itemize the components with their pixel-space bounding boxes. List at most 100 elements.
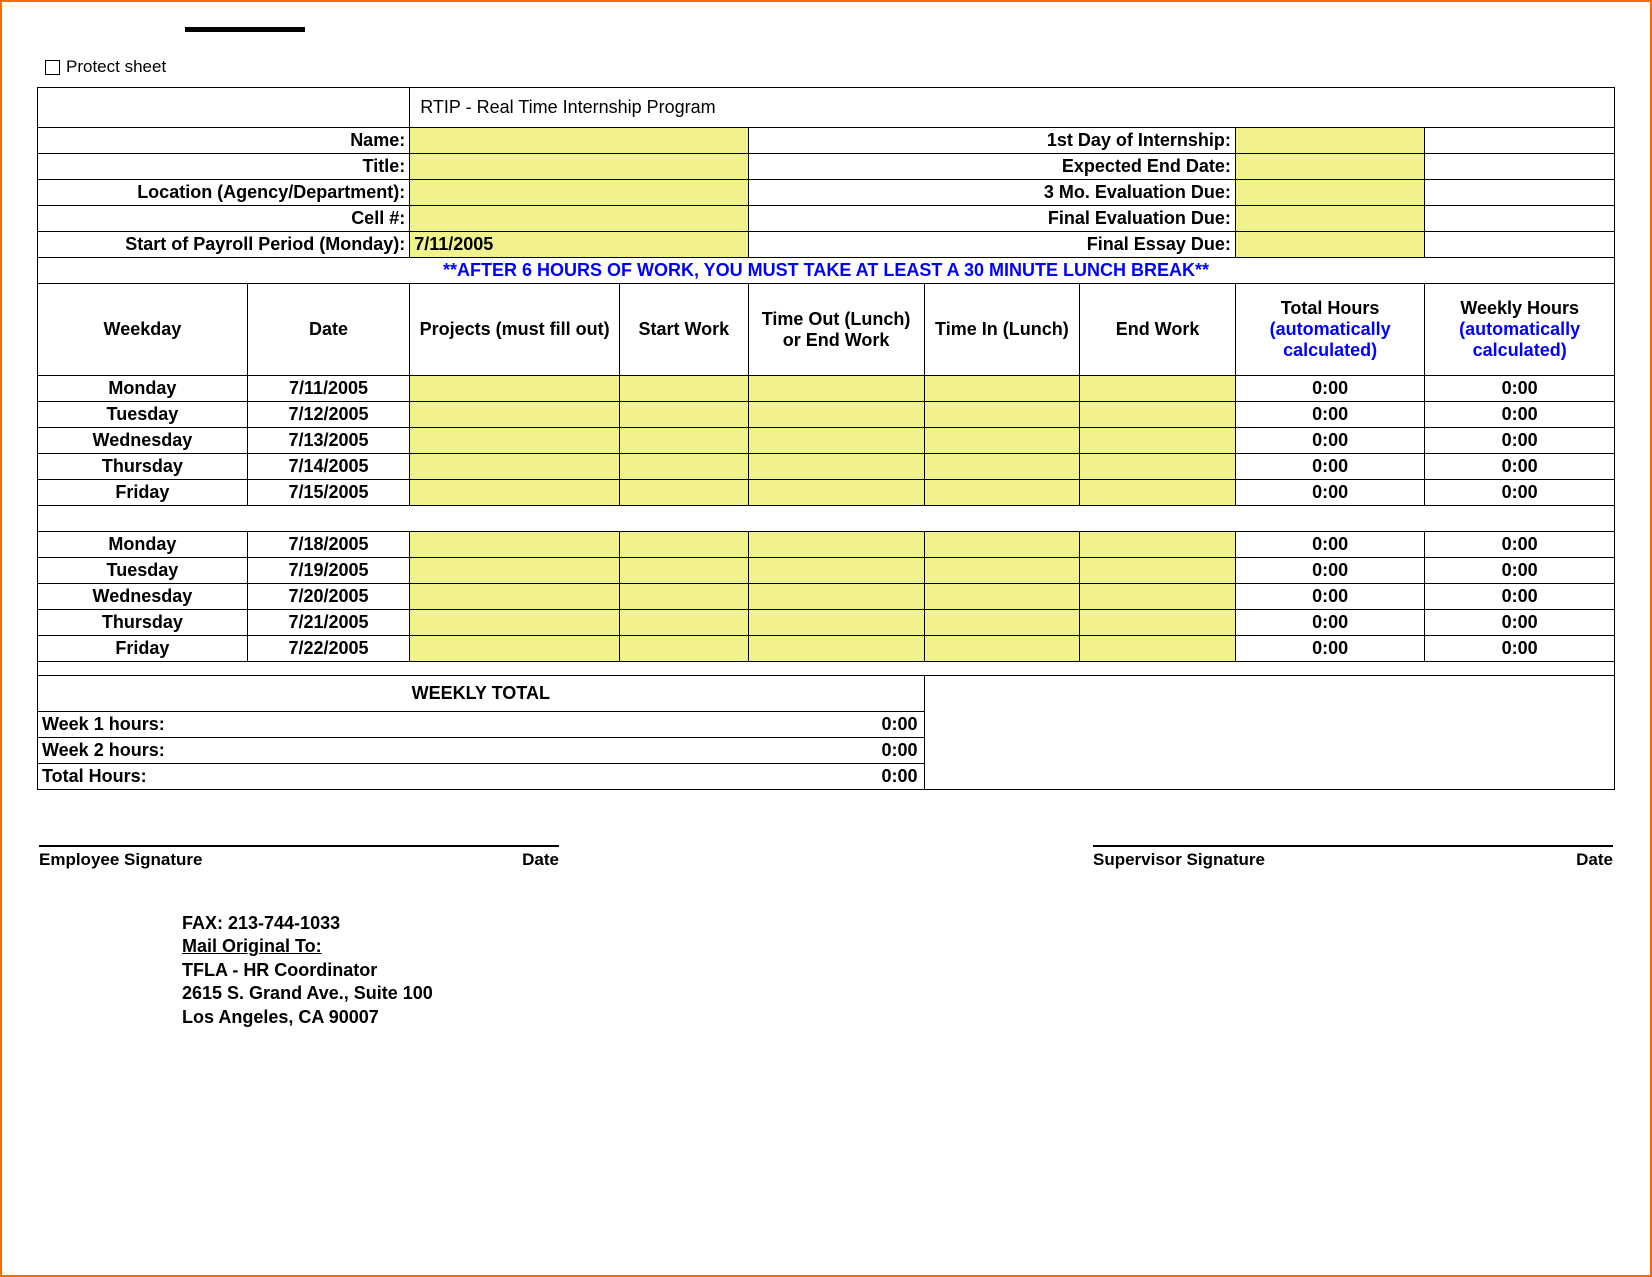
start-work-input[interactable] bbox=[620, 454, 749, 480]
time-row: Wednesday7/13/20050:000:00 bbox=[38, 428, 1615, 454]
end-work-input[interactable] bbox=[1080, 584, 1236, 610]
projects-input[interactable] bbox=[410, 428, 620, 454]
title-input[interactable] bbox=[410, 154, 748, 180]
date-cell: 7/19/2005 bbox=[247, 558, 409, 584]
final-eval-label: Final Evaluation Due: bbox=[748, 206, 1235, 232]
time-row: Friday7/15/20050:000:00 bbox=[38, 480, 1615, 506]
time-row: Monday7/11/20050:000:00 bbox=[38, 376, 1615, 402]
projects-input[interactable] bbox=[410, 636, 620, 662]
time-out-input[interactable] bbox=[748, 558, 924, 584]
time-row: Monday7/18/20050:000:00 bbox=[38, 532, 1615, 558]
cell-label: Cell #: bbox=[38, 206, 410, 232]
end-work-input[interactable] bbox=[1080, 480, 1236, 506]
start-work-input[interactable] bbox=[620, 402, 749, 428]
name-input[interactable] bbox=[410, 128, 748, 154]
time-in-input[interactable] bbox=[924, 532, 1080, 558]
time-out-input[interactable] bbox=[748, 480, 924, 506]
weekly-hours-cell: 0:00 bbox=[1425, 636, 1615, 662]
projects-input[interactable] bbox=[410, 480, 620, 506]
fax-line: FAX: 213-744-1033 bbox=[182, 912, 1615, 935]
time-out-input[interactable] bbox=[748, 454, 924, 480]
week-separator bbox=[38, 506, 1615, 532]
col-in: Time In (Lunch) bbox=[924, 284, 1080, 376]
projects-input[interactable] bbox=[410, 610, 620, 636]
time-in-input[interactable] bbox=[924, 584, 1080, 610]
blank-cell bbox=[1425, 232, 1615, 258]
info-row: Start of Payroll Period (Monday): 7/11/2… bbox=[38, 232, 1615, 258]
time-in-input[interactable] bbox=[924, 480, 1080, 506]
projects-input[interactable] bbox=[410, 454, 620, 480]
time-row: Tuesday7/12/20050:000:00 bbox=[38, 402, 1615, 428]
time-out-input[interactable] bbox=[748, 636, 924, 662]
projects-input[interactable] bbox=[410, 402, 620, 428]
weekly-hours-cell: 0:00 bbox=[1425, 376, 1615, 402]
date-cell: 7/11/2005 bbox=[247, 376, 409, 402]
time-in-input[interactable] bbox=[924, 428, 1080, 454]
start-work-input[interactable] bbox=[620, 376, 749, 402]
weekly-hours-cell: 0:00 bbox=[1425, 428, 1615, 454]
col-weekly-hours: Weekly Hours (automatically calculated) bbox=[1425, 284, 1615, 376]
time-out-input[interactable] bbox=[748, 532, 924, 558]
total-hours-cell: 0:00 bbox=[1235, 454, 1425, 480]
protect-label: Protect sheet bbox=[66, 57, 166, 77]
time-row: Thursday7/14/20050:000:00 bbox=[38, 454, 1615, 480]
projects-input[interactable] bbox=[410, 376, 620, 402]
info-row: Title: Expected End Date: bbox=[38, 154, 1615, 180]
employee-signature-label: Employee Signature bbox=[39, 850, 202, 870]
date-cell: 7/22/2005 bbox=[247, 636, 409, 662]
date-cell: 7/15/2005 bbox=[247, 480, 409, 506]
time-in-input[interactable] bbox=[924, 558, 1080, 584]
weekly-hours-cell: 0:00 bbox=[1425, 454, 1615, 480]
start-work-input[interactable] bbox=[620, 480, 749, 506]
final-essay-input[interactable] bbox=[1235, 232, 1425, 258]
start-work-input[interactable] bbox=[620, 558, 749, 584]
time-in-input[interactable] bbox=[924, 610, 1080, 636]
end-work-input[interactable] bbox=[1080, 532, 1236, 558]
time-out-input[interactable] bbox=[748, 376, 924, 402]
end-work-input[interactable] bbox=[1080, 636, 1236, 662]
start-work-input[interactable] bbox=[620, 532, 749, 558]
protect-sheet-control[interactable]: Protect sheet bbox=[45, 57, 1615, 77]
payroll-start-input[interactable]: 7/11/2005 bbox=[410, 232, 748, 258]
time-in-input[interactable] bbox=[924, 454, 1080, 480]
time-in-input[interactable] bbox=[924, 402, 1080, 428]
time-out-input[interactable] bbox=[748, 402, 924, 428]
end-work-input[interactable] bbox=[1080, 610, 1236, 636]
location-input[interactable] bbox=[410, 180, 748, 206]
end-work-input[interactable] bbox=[1080, 558, 1236, 584]
weekly-hours-cell: 0:00 bbox=[1425, 584, 1615, 610]
contact-line-2: 2615 S. Grand Ave., Suite 100 bbox=[182, 982, 1615, 1005]
end-work-input[interactable] bbox=[1080, 376, 1236, 402]
cell-input[interactable] bbox=[410, 206, 748, 232]
start-work-input[interactable] bbox=[620, 428, 749, 454]
time-out-input[interactable] bbox=[748, 610, 924, 636]
total-hours-cell: 0:00 bbox=[1235, 532, 1425, 558]
employee-signature-line[interactable]: Employee Signature Date bbox=[39, 845, 559, 870]
projects-input[interactable] bbox=[410, 532, 620, 558]
start-work-input[interactable] bbox=[620, 584, 749, 610]
col-end: End Work bbox=[1080, 284, 1236, 376]
end-date-input[interactable] bbox=[1235, 154, 1425, 180]
weekday-cell: Monday bbox=[38, 376, 248, 402]
contact-block: FAX: 213-744-1033 Mail Original To: TFLA… bbox=[182, 912, 1615, 1029]
protect-checkbox[interactable] bbox=[45, 60, 60, 75]
time-row: Friday7/22/20050:000:00 bbox=[38, 636, 1615, 662]
col-date: Date bbox=[247, 284, 409, 376]
date-cell: 7/21/2005 bbox=[247, 610, 409, 636]
start-work-input[interactable] bbox=[620, 636, 749, 662]
end-work-input[interactable] bbox=[1080, 402, 1236, 428]
final-eval-input[interactable] bbox=[1235, 206, 1425, 232]
time-out-input[interactable] bbox=[748, 584, 924, 610]
supervisor-signature-line[interactable]: Supervisor Signature Date bbox=[1093, 845, 1613, 870]
end-work-input[interactable] bbox=[1080, 454, 1236, 480]
end-work-input[interactable] bbox=[1080, 428, 1236, 454]
form-title: RTIP - Real Time Internship Program bbox=[410, 88, 1615, 128]
projects-input[interactable] bbox=[410, 558, 620, 584]
eval-3mo-input[interactable] bbox=[1235, 180, 1425, 206]
time-in-input[interactable] bbox=[924, 636, 1080, 662]
time-in-input[interactable] bbox=[924, 376, 1080, 402]
first-day-input[interactable] bbox=[1235, 128, 1425, 154]
projects-input[interactable] bbox=[410, 584, 620, 610]
time-out-input[interactable] bbox=[748, 428, 924, 454]
start-work-input[interactable] bbox=[620, 610, 749, 636]
